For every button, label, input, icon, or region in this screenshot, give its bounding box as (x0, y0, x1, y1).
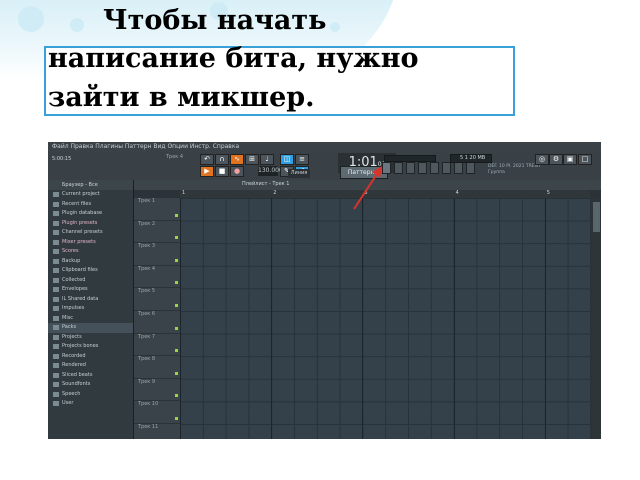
arrow-head (372, 166, 382, 178)
arrow-line (353, 173, 378, 210)
annotation-arrow (353, 166, 382, 210)
